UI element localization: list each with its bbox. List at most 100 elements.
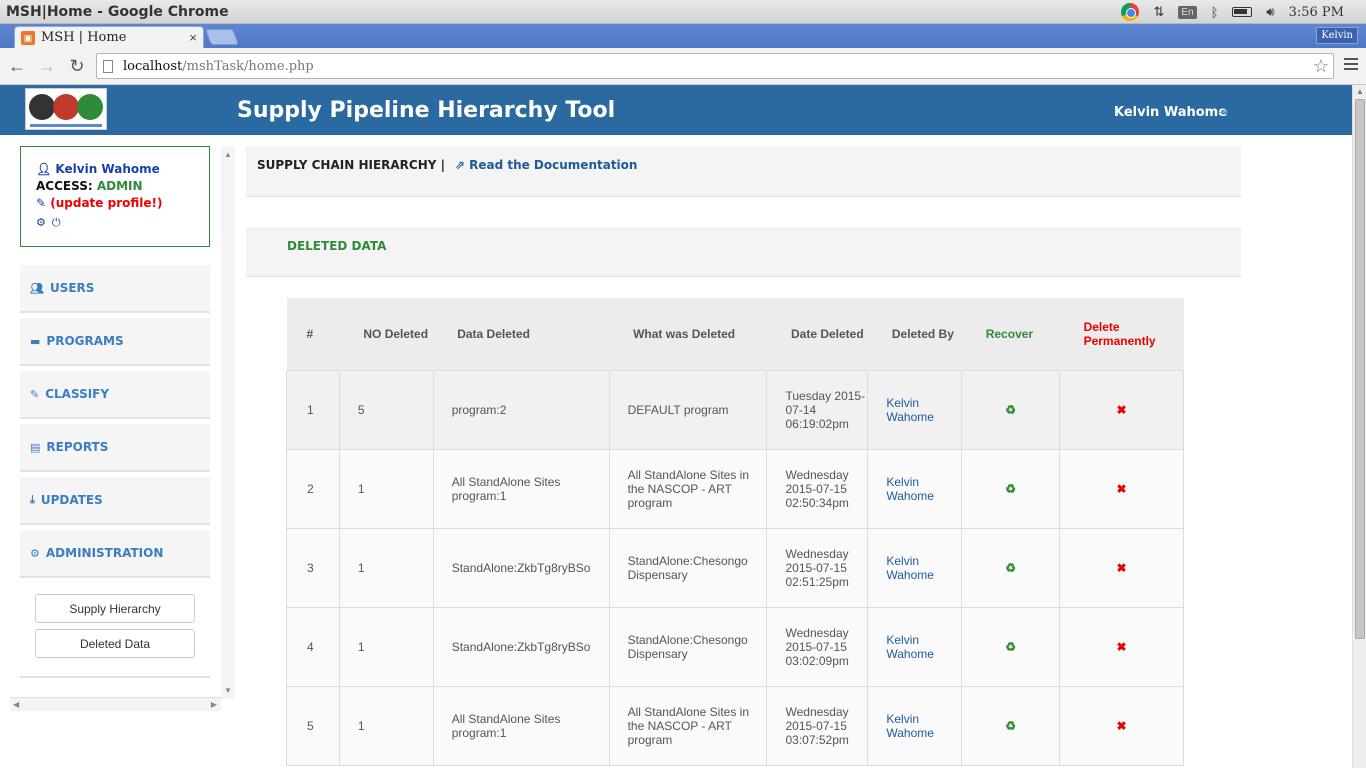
col-header-no-deleted: NO Deleted: [339, 298, 434, 370]
cell-date-deleted: Wednesday 2015-07-15 02:51:25pm: [766, 527, 869, 608]
spacer: [246, 197, 1241, 227]
power-icon[interactable]: ⏻: [52, 216, 67, 229]
sidebar-item-users[interactable]: 👥︎ USERS: [20, 265, 210, 313]
sidebar-item-label: REPORTS: [46, 440, 109, 454]
header-user-name[interactable]: Kelvin Wahome: [1114, 105, 1227, 120]
supply-hierarchy-button[interactable]: Supply Hierarchy: [35, 594, 195, 623]
os-title-bar: MSH|Home - Google Chrome ⇅ En ᛒ 🔊︎ 3:56 …: [0, 0, 1366, 24]
new-tab-button[interactable]: [205, 29, 239, 45]
browser-tab[interactable]: ▣ MSH | Home ×: [14, 26, 204, 48]
logout-icon[interactable]: ⇥: [1218, 105, 1228, 119]
delete-icon[interactable]: ✖: [1117, 403, 1127, 417]
app-header: Supply Pipeline Hierarchy Tool Kelvin Wa…: [0, 85, 1352, 135]
col-header-data-deleted: Data Deleted: [433, 298, 610, 370]
cell-what-deleted: StandAlone:Chesongo Dispensary: [608, 606, 768, 687]
network-icon[interactable]: ⇅: [1153, 4, 1164, 20]
profile-name[interactable]: Kelvin Wahome: [55, 162, 159, 176]
url-path: /mshTask/home.php: [182, 58, 314, 74]
col-header-deleted-by: Deleted By: [867, 298, 962, 370]
cell-delete: ✖: [1059, 606, 1184, 687]
delete-icon[interactable]: ✖: [1117, 482, 1127, 496]
cell-recover: ♻: [961, 369, 1061, 450]
recover-icon[interactable]: ♻: [1005, 482, 1016, 496]
forward-icon[interactable]: →: [34, 56, 60, 77]
volume-icon[interactable]: 🔊︎: [1266, 4, 1274, 20]
recover-icon[interactable]: ♻: [1005, 719, 1016, 733]
scroll-right-icon[interactable]: ▶: [211, 700, 217, 709]
bookmark-star-icon[interactable]: ☆: [1313, 56, 1329, 77]
sidebar-vertical-scrollbar[interactable]: ▲ ▼: [221, 146, 235, 699]
scrollbar-thumb[interactable]: [1355, 99, 1365, 639]
table-row: 3 1 StandAlone:ZkbTg8ryBSo StandAlone:Ch…: [286, 527, 1184, 608]
table-row: 2 1 All StandAlone Sites program:1 All S…: [286, 448, 1184, 529]
cell-data-deleted: program:2: [432, 369, 610, 450]
reload-icon[interactable]: ↻: [64, 56, 90, 77]
documentation-link[interactable]: ⇗ Read the Documentation: [455, 158, 638, 172]
cogs-icon: ⚙: [30, 546, 40, 560]
recover-icon[interactable]: ♻: [1005, 403, 1016, 417]
sidebar: 👤︎ Kelvin Wahome ACCESS: ADMIN ✎ (update…: [10, 146, 235, 711]
sidebar-item-label: USERS: [49, 281, 95, 295]
cell-deleted-by: Kelvin Wahome: [867, 606, 963, 687]
bluetooth-icon[interactable]: ᛒ: [1211, 5, 1219, 20]
access-label: ACCESS:: [36, 179, 93, 193]
report-icon: ▤: [30, 440, 41, 454]
scroll-up-icon[interactable]: ▲: [224, 150, 232, 159]
profile-name-row[interactable]: 👤︎ Kelvin Wahome: [36, 162, 209, 176]
cell-what-deleted: StandAlone:Chesongo Dispensary: [608, 527, 768, 608]
chrome-menu-icon[interactable]: [1344, 58, 1358, 73]
recover-icon[interactable]: ♻: [1005, 561, 1016, 575]
page-content: Supply Pipeline Hierarchy Tool Kelvin Wa…: [0, 85, 1352, 768]
sidebar-item-label: CLASSIFY: [45, 387, 110, 401]
table-row: 1 5 program:2 DEFAULT program Tuesday 20…: [286, 369, 1184, 450]
table-row: 4 1 StandAlone:ZkbTg8ryBSo StandAlone:Ch…: [286, 606, 1184, 687]
window-title: MSH|Home - Google Chrome: [6, 3, 229, 20]
deleted-data-button[interactable]: Deleted Data: [35, 629, 195, 658]
keyboard-lang-indicator[interactable]: En: [1178, 5, 1197, 19]
cell-no-deleted: 1: [338, 606, 434, 687]
delete-icon[interactable]: ✖: [1117, 640, 1127, 654]
sidebar-item-updates[interactable]: ⤓ UPDATES: [20, 477, 210, 525]
chrome-icon[interactable]: [1121, 3, 1140, 21]
cell-delete: ✖: [1059, 685, 1184, 766]
sidebar-horizontal-scrollbar[interactable]: ◀ ▶: [10, 697, 221, 711]
cell-date-deleted: Wednesday 2015-07-15 03:07:52pm: [766, 685, 869, 766]
sidebar-item-programs[interactable]: ▬ PROGRAMS: [20, 318, 210, 366]
scroll-down-icon[interactable]: ▼: [224, 686, 232, 695]
battery-icon[interactable]: [1232, 7, 1253, 17]
recover-icon[interactable]: ♻: [1005, 640, 1016, 654]
cell-data-deleted: StandAlone:ZkbTg8ryBSo: [432, 527, 610, 608]
update-profile-link[interactable]: ✎ (update profile!): [36, 196, 209, 210]
page-scrollbar[interactable]: ▲: [1352, 85, 1366, 768]
profile-actions: ⚙⏻: [36, 216, 209, 230]
delete-icon[interactable]: ✖: [1117, 561, 1127, 575]
scroll-up-icon[interactable]: ▲: [1356, 87, 1364, 96]
briefcase-icon: ▬: [30, 334, 41, 348]
table-header-row: # NO Deleted Data Deleted What was Delet…: [286, 298, 1184, 370]
administration-submenu: Supply Hierarchy Deleted Data: [20, 578, 210, 678]
cell-date-deleted: Wednesday 2015-07-15 03:02:09pm: [766, 606, 869, 687]
user-icon: 👤︎: [36, 162, 52, 176]
clock[interactable]: 3:56 PM: [1289, 5, 1344, 20]
cell-data-deleted: All StandAlone Sites program:1: [432, 685, 610, 766]
back-icon[interactable]: ←: [4, 56, 30, 77]
sidebar-item-administration[interactable]: ⚙ ADMINISTRATION: [20, 530, 210, 578]
cell-deleted-by: Kelvin Wahome: [867, 685, 963, 766]
delete-icon[interactable]: ✖: [1117, 719, 1127, 733]
address-bar[interactable]: localhost/mshTask/home.php ☆: [96, 53, 1334, 79]
close-tab-icon[interactable]: ×: [189, 30, 197, 45]
profile-button[interactable]: Kelvin: [1316, 27, 1358, 44]
update-profile-label[interactable]: (update profile!): [50, 196, 162, 210]
cell-deleted-by: Kelvin Wahome: [867, 448, 963, 529]
cell-recover: ♻: [961, 448, 1061, 529]
documentation-link-label[interactable]: Read the Documentation: [469, 158, 637, 172]
sidebar-item-label: PROGRAMS: [46, 334, 124, 348]
cell-deleted-by: Kelvin Wahome: [867, 527, 963, 608]
settings-gear-icon[interactable]: ⚙: [36, 216, 52, 229]
external-link-icon: ⇗: [454, 158, 465, 172]
cell-index: 5: [286, 685, 340, 766]
sidebar-item-classify[interactable]: ✎ CLASSIFY: [20, 371, 210, 419]
sidebar-item-reports[interactable]: ▤ REPORTS: [20, 424, 210, 472]
app-title: Supply Pipeline Hierarchy Tool: [237, 98, 616, 123]
scroll-left-icon[interactable]: ◀: [13, 700, 19, 709]
